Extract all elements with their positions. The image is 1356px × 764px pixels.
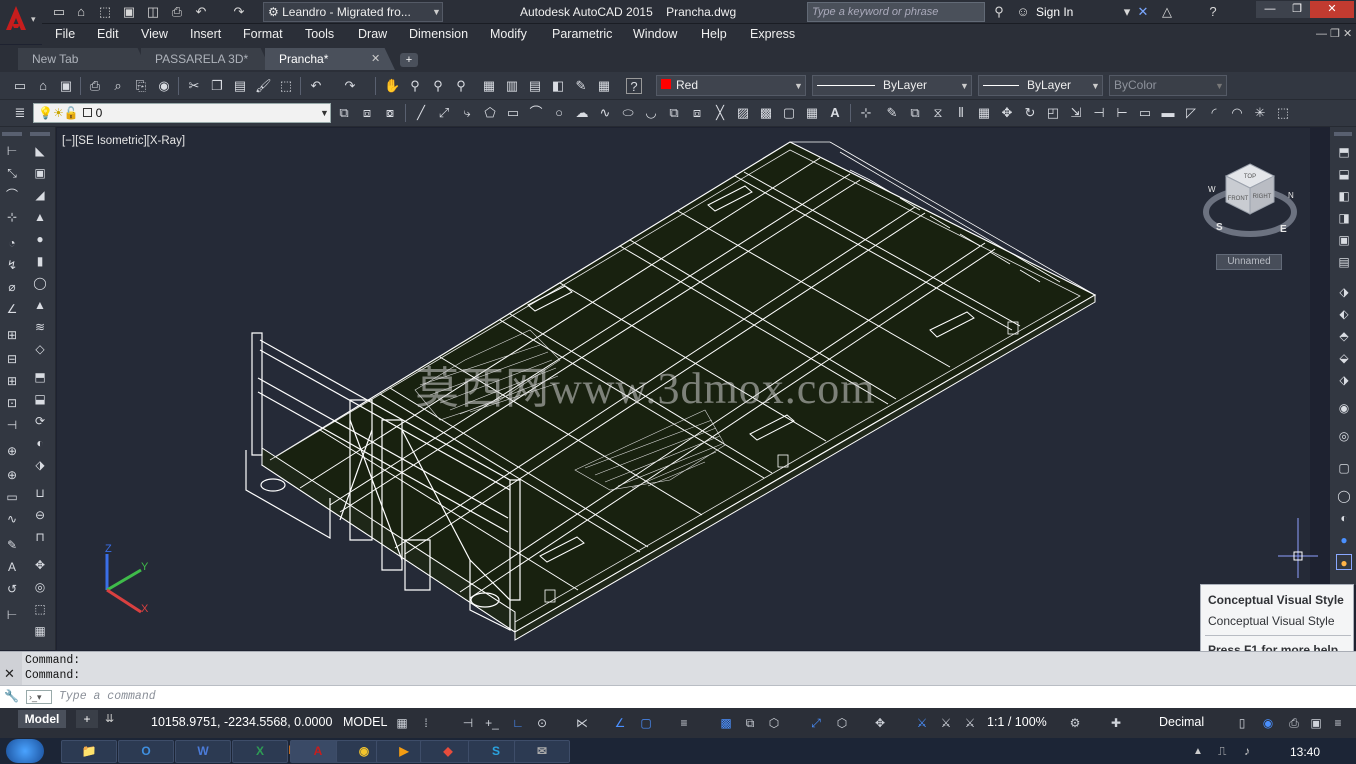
- tooltip-title: Conceptual Visual Style: [1208, 593, 1344, 607]
- clock[interactable]: 13:40: [1290, 745, 1320, 759]
- realistic-icon[interactable]: ●: [1336, 532, 1352, 548]
- workspace-gear-icon[interactable]: ⚙: [1067, 715, 1083, 731]
- dynamic-input-icon[interactable]: +_: [484, 715, 500, 731]
- model-layout-tab[interactable]: Model: [18, 710, 66, 728]
- volume-icon[interactable]: ♪: [1244, 744, 1250, 758]
- command-input[interactable]: Type a command: [59, 690, 156, 703]
- 2d-wireframe-icon[interactable]: ▢: [1336, 460, 1352, 476]
- compass-n[interactable]: N: [1288, 191, 1294, 200]
- ucs-icon: Z Y X: [105, 543, 149, 615]
- compass-s[interactable]: S: [1216, 222, 1223, 233]
- orbit-icon[interactable]: ◎: [1336, 428, 1352, 444]
- nw-iso-2-icon[interactable]: ⬗: [1336, 372, 1352, 388]
- ne-iso-icon[interactable]: ⬘: [1336, 328, 1352, 344]
- polar-icon[interactable]: ⊙: [534, 715, 550, 731]
- x-axis-label: X: [141, 603, 149, 615]
- history-line: Command:: [25, 654, 81, 667]
- nw-iso-icon[interactable]: ⬙: [1336, 350, 1352, 366]
- annotation-visibility-icon[interactable]: ⚔: [914, 715, 930, 731]
- hardware-acceleration-icon[interactable]: ⎙: [1286, 715, 1302, 731]
- selection-filter-icon[interactable]: ⬡: [834, 715, 850, 731]
- infer-constraints-icon[interactable]: ⊣: [460, 715, 476, 731]
- command-history[interactable]: ✕ Command: Command:: [0, 651, 1356, 686]
- view-top-icon[interactable]: ⬒: [1336, 144, 1352, 160]
- compass-e[interactable]: E: [1280, 224, 1287, 235]
- toolbar-grip[interactable]: [1334, 132, 1352, 136]
- viewcube[interactable]: TOP FRONT RIGHT S E N W: [1198, 158, 1302, 248]
- explorer-icon[interactable]: 📁: [61, 740, 117, 763]
- view-left-icon[interactable]: ◧: [1336, 188, 1352, 204]
- clean-screen-icon[interactable]: ▣: [1308, 715, 1324, 731]
- grid-icon[interactable]: ▦: [394, 715, 410, 731]
- view-front-icon[interactable]: ▣: [1336, 232, 1352, 248]
- history-line: Command:: [25, 669, 81, 682]
- object-snap-icon[interactable]: ▢: [638, 715, 654, 731]
- object-snap-tracking-icon[interactable]: ∠: [612, 715, 628, 731]
- command-prompt-icon[interactable]: ›_▾: [26, 690, 52, 704]
- conceptual-icon[interactable]: ●: [1336, 554, 1352, 570]
- transparency-icon[interactable]: ▩: [718, 715, 734, 731]
- coordinates-readout[interactable]: 10158.9751, -2234.5568, 0.0000: [151, 715, 332, 729]
- start-button[interactable]: [6, 739, 44, 763]
- view-bottom-icon[interactable]: ⬓: [1336, 166, 1352, 182]
- viewport-label[interactable]: [−][SE Isometric][X-Ray]: [62, 135, 185, 147]
- annotation-scale-value[interactable]: 1:1 / 100%: [987, 715, 1047, 729]
- annotation-monitor-icon[interactable]: ✚: [1108, 715, 1124, 731]
- y-axis-label: Y: [141, 561, 149, 573]
- lineweight-icon[interactable]: ≡: [676, 715, 692, 731]
- ucs-menu[interactable]: Unnamed: [1216, 254, 1282, 270]
- view-back-icon[interactable]: ▤: [1336, 254, 1352, 270]
- hidden-icon[interactable]: ◐: [1336, 510, 1352, 526]
- command-line[interactable]: 🔧 ›_▾ Type a command: [0, 685, 1356, 708]
- isodraft-icon[interactable]: ⋉: [574, 715, 590, 731]
- close-icon[interactable]: ✕: [4, 666, 15, 682]
- quick-properties-icon[interactable]: ▯: [1234, 715, 1250, 731]
- se-iso-icon[interactable]: ⬖: [1336, 306, 1352, 322]
- z-axis-label: Z: [105, 543, 112, 555]
- outlook-icon[interactable]: O: [118, 740, 174, 763]
- units-value[interactable]: Decimal: [1159, 715, 1204, 729]
- network-icon[interactable]: ⎍: [1218, 744, 1226, 759]
- tooltip-divider: [1205, 635, 1351, 636]
- snap-icon[interactable]: ⁞: [418, 715, 434, 731]
- dynamic-ucs-icon[interactable]: ⤢: [808, 715, 824, 731]
- auto-scale-icon[interactable]: ⚔: [938, 715, 954, 731]
- annotation-scale-icon[interactable]: ⚔: [962, 715, 978, 731]
- gizmo-icon[interactable]: ✥: [872, 715, 888, 731]
- view-right-icon[interactable]: ◨: [1336, 210, 1352, 226]
- layout-chevron-icon[interactable]: ⇊: [105, 712, 114, 725]
- crosshair-cursor: [1278, 518, 1318, 578]
- viewcube-front-label[interactable]: FRONT: [1228, 196, 1249, 202]
- doc-window-controls[interactable]: — ❐ ✕: [1316, 27, 1352, 40]
- 3d-osnap-icon[interactable]: ⬡: [766, 715, 782, 731]
- viewcube-right-label[interactable]: RIGHT: [1253, 194, 1272, 200]
- customization-icon[interactable]: ≡: [1330, 715, 1346, 731]
- tray-chevron-icon[interactable]: ▲: [1193, 746, 1203, 757]
- camera-icon[interactable]: ◉: [1336, 400, 1352, 416]
- wireframe-icon[interactable]: ◯: [1336, 488, 1352, 504]
- ortho-icon[interactable]: ∟: [510, 715, 526, 731]
- compass-w[interactable]: W: [1208, 185, 1216, 194]
- isolate-objects-icon[interactable]: ◉: [1260, 715, 1276, 731]
- chat-icon[interactable]: ✉: [514, 740, 570, 763]
- viewcube-top-label[interactable]: TOP: [1244, 174, 1256, 180]
- add-layout-button[interactable]: +: [76, 710, 98, 728]
- sw-iso-icon[interactable]: ⬗: [1336, 284, 1352, 300]
- word-icon[interactable]: W: [175, 740, 231, 763]
- watermark: 莫西网www.3dmox.com: [415, 364, 876, 413]
- drawing-canvas: [245, 141, 1097, 641]
- model-space-button[interactable]: MODEL: [343, 715, 387, 729]
- selection-cycling-icon[interactable]: ⧉: [742, 715, 758, 731]
- wrench-icon[interactable]: 🔧: [4, 689, 19, 703]
- tooltip-desc: Conceptual Visual Style: [1208, 614, 1335, 628]
- close-button[interactable]: ✕: [1310, 1, 1354, 18]
